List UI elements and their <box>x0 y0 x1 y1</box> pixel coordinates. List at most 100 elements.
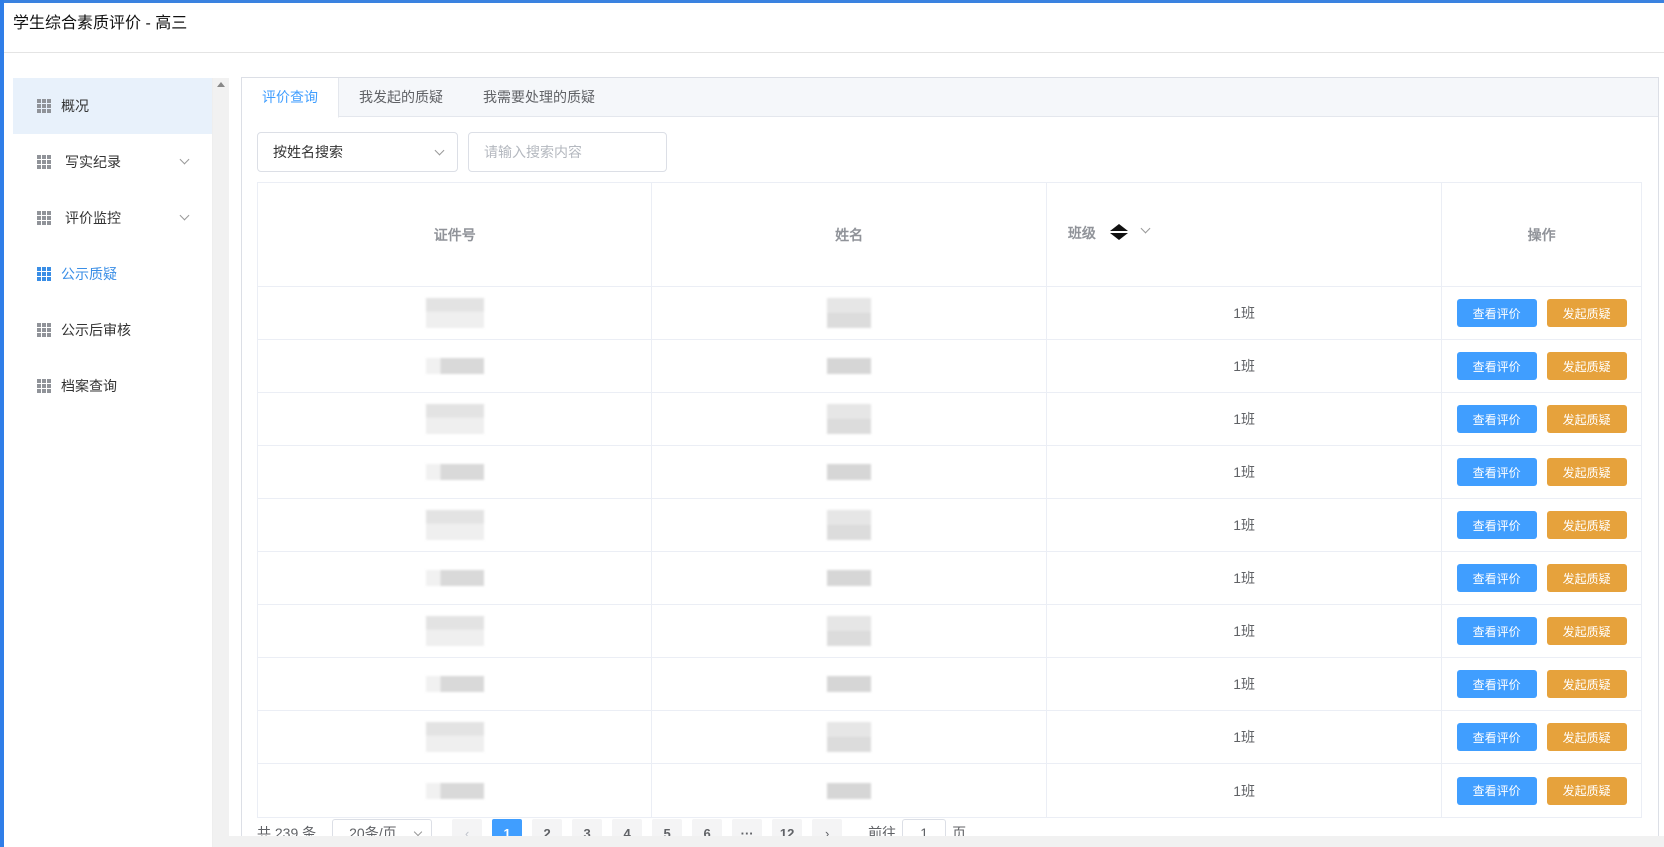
cell-id <box>258 605 653 657</box>
cell-name <box>652 658 1047 710</box>
raise-dispute-button[interactable]: 发起质疑 <box>1546 352 1627 380</box>
cell-actions: 查看评价 发起质疑 <box>1442 658 1641 710</box>
raise-dispute-button[interactable]: 发起质疑 <box>1546 458 1627 486</box>
sidebar-item-publicity[interactable]: 公示质疑 <box>13 246 212 302</box>
redacted-name <box>827 404 872 434</box>
cell-class: 1班 <box>1047 711 1443 763</box>
redacted-name <box>827 358 872 374</box>
table-row: 1班 查看评价 发起质疑 <box>258 605 1641 658</box>
cell-id <box>258 658 653 710</box>
table-row: 1班 查看评价 发起质疑 <box>258 287 1641 340</box>
cell-class: 1班 <box>1047 552 1443 604</box>
cell-class: 1班 <box>1047 393 1443 445</box>
view-evaluation-button[interactable]: 查看评价 <box>1456 776 1537 805</box>
raise-dispute-button[interactable]: 发起质疑 <box>1546 405 1627 433</box>
raise-dispute-button[interactable]: 发起质疑 <box>1546 299 1627 327</box>
table-row: 1班 查看评价 发起质疑 <box>258 764 1641 817</box>
view-evaluation-button[interactable]: 查看评价 <box>1456 352 1537 380</box>
redacted-id <box>425 782 484 799</box>
cell-class: 1班 <box>1047 287 1443 339</box>
grid-icon <box>37 155 51 169</box>
sidebar-item-archive[interactable]: 档案查询 <box>13 358 212 414</box>
cell-actions: 查看评价 发起质疑 <box>1442 446 1641 498</box>
sidebar-item-records[interactable]: 写实纪录 <box>13 134 212 190</box>
tab-my-disputes[interactable]: 我发起的质疑 <box>339 78 463 116</box>
view-evaluation-button[interactable]: 查看评价 <box>1456 511 1537 539</box>
chevron-down-icon[interactable] <box>1140 223 1151 234</box>
redacted-id <box>425 298 484 328</box>
redacted-name <box>827 570 872 586</box>
cell-id <box>258 340 653 392</box>
table-row: 1班 查看评价 发起质疑 <box>258 499 1641 552</box>
view-evaluation-button[interactable]: 查看评价 <box>1456 458 1537 486</box>
scroll-up-arrow-icon[interactable] <box>217 82 225 87</box>
cell-name <box>652 446 1047 498</box>
table-header: 证件号 姓名 班级 操作 <box>258 183 1641 287</box>
redacted-name <box>827 616 872 646</box>
raise-dispute-button[interactable]: 发起质疑 <box>1546 776 1627 805</box>
sidebar-item-label: 档案查询 <box>61 378 117 394</box>
column-header-actions: 操作 <box>1527 226 1556 243</box>
column-header-id: 证件号 <box>258 183 653 286</box>
grid-icon <box>37 99 51 113</box>
cell-id <box>258 287 653 339</box>
view-evaluation-button[interactable]: 查看评价 <box>1456 723 1537 751</box>
sidebar-item-monitoring[interactable]: 评价监控 <box>13 190 212 246</box>
raise-dispute-button[interactable]: 发起质疑 <box>1546 511 1627 539</box>
cell-id <box>258 499 653 551</box>
column-header-class[interactable]: 班级 <box>1047 183 1443 286</box>
view-evaluation-button[interactable]: 查看评价 <box>1456 670 1537 698</box>
table-row: 1班 查看评价 发起质疑 <box>258 552 1641 605</box>
cell-id <box>258 446 653 498</box>
redacted-name <box>827 298 872 328</box>
view-evaluation-button[interactable]: 查看评价 <box>1456 564 1537 592</box>
view-evaluation-button[interactable]: 查看评价 <box>1456 405 1537 433</box>
raise-dispute-button[interactable]: 发起质疑 <box>1546 670 1627 698</box>
view-evaluation-button[interactable]: 查看评价 <box>1456 617 1537 645</box>
chevron-down-icon <box>413 827 423 837</box>
sort-icon[interactable] <box>1109 224 1128 240</box>
cell-actions: 查看评价 发起质疑 <box>1442 605 1641 657</box>
table-body: 1班 查看评价 发起质疑 1班 查看评价 发起质疑 1班 查看评价 发起质疑 1班 查看评价 发起质疑… <box>258 287 1641 817</box>
sidebar-scrollbar[interactable] <box>213 78 229 847</box>
sidebar-item-label: 写实纪录 <box>65 154 121 170</box>
redacted-name <box>827 676 872 692</box>
chevron-down-icon <box>179 154 190 165</box>
window-left-edge <box>0 0 4 847</box>
table-row: 1班 查看评价 发起质疑 <box>258 393 1641 446</box>
raise-dispute-button[interactable]: 发起质疑 <box>1546 564 1627 592</box>
redacted-id <box>425 510 484 540</box>
cell-name <box>652 605 1047 657</box>
table-row: 1班 查看评价 发起质疑 <box>258 340 1641 393</box>
column-header-name: 姓名 <box>652 183 1047 286</box>
sidebar-item-label: 公示后审核 <box>61 322 131 338</box>
cell-id <box>258 393 653 445</box>
cell-class: 1班 <box>1047 499 1443 551</box>
sidebar: 概况 写实纪录 评价监控 公示质疑 公示后审核 档案查询 <box>13 78 213 847</box>
sidebar-item-review[interactable]: 公示后审核 <box>13 302 212 358</box>
sidebar-item-overview[interactable]: 概况 <box>13 78 212 134</box>
raise-dispute-button[interactable]: 发起质疑 <box>1546 723 1627 751</box>
search-type-select[interactable]: 按姓名搜索 <box>257 132 458 172</box>
redacted-id <box>425 676 484 692</box>
raise-dispute-button[interactable]: 发起质疑 <box>1546 617 1627 645</box>
cell-actions: 查看评价 发起质疑 <box>1442 393 1641 445</box>
cell-actions: 查看评价 发起质疑 <box>1442 499 1641 551</box>
tab-evaluation-query[interactable]: 评价查询 <box>242 78 339 118</box>
view-evaluation-button[interactable]: 查看评价 <box>1456 299 1537 327</box>
cell-name <box>652 287 1047 339</box>
grid-icon <box>37 379 51 393</box>
redacted-name <box>827 464 872 480</box>
cell-class: 1班 <box>1047 764 1443 817</box>
redacted-id <box>425 464 484 480</box>
main-panel: 评价查询 我发起的质疑 我需要处理的质疑 按姓名搜索 证件号 姓名 班级 操作 … <box>241 77 1659 847</box>
search-input[interactable] <box>468 132 667 172</box>
search-type-value: 按姓名搜索 <box>273 144 343 160</box>
horizontal-scrollbar[interactable] <box>213 836 1664 847</box>
sidebar-item-label: 概况 <box>61 98 89 114</box>
cell-name <box>652 393 1047 445</box>
redacted-name <box>827 782 872 799</box>
chevron-down-icon <box>434 145 445 156</box>
tab-disputes-to-handle[interactable]: 我需要处理的质疑 <box>463 78 615 116</box>
redacted-name <box>827 722 872 752</box>
